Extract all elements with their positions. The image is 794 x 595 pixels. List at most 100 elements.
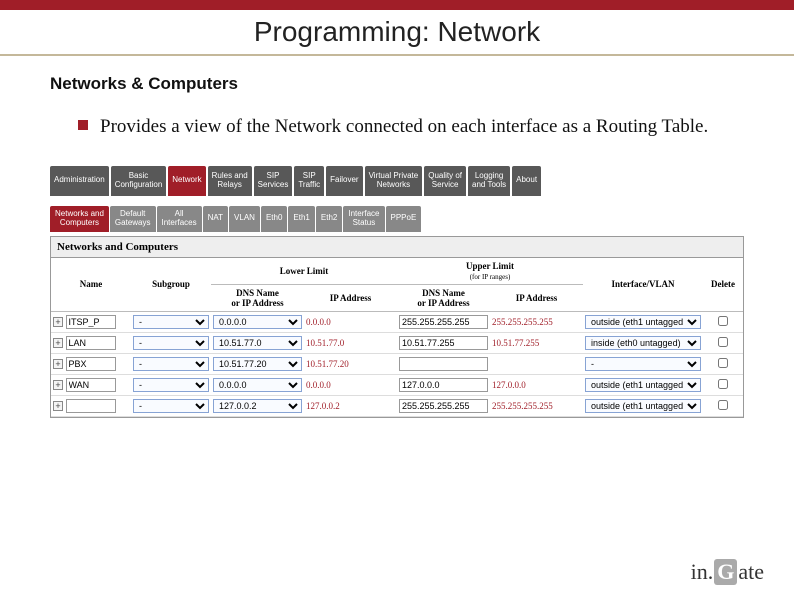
sub-tab-0[interactable]: Networks and Computers bbox=[50, 206, 109, 232]
page-title: Programming: Network bbox=[0, 16, 794, 48]
interface-select[interactable]: - bbox=[585, 357, 701, 371]
ip-upper-value: 10.51.77.255 bbox=[492, 338, 539, 348]
main-tab-5[interactable]: SIP Traffic bbox=[294, 166, 324, 196]
interface-select[interactable]: inside (eth0 untagged) bbox=[585, 336, 701, 350]
main-tab-2[interactable]: Network bbox=[168, 166, 205, 196]
subgroup-select[interactable]: - bbox=[133, 357, 209, 371]
dns-lower-select[interactable]: 10.51.77.0 bbox=[213, 336, 302, 350]
th-name: Name bbox=[51, 258, 131, 312]
interface-select[interactable]: outside (eth1 untagged) bbox=[585, 378, 701, 392]
networks-table: Name Subgroup Lower Limit Upper Limit (f… bbox=[51, 258, 743, 417]
delete-checkbox[interactable] bbox=[718, 337, 728, 347]
delete-checkbox[interactable] bbox=[718, 358, 728, 368]
ip-lower-value: 0.0.0.0 bbox=[306, 380, 331, 390]
expand-icon[interactable]: + bbox=[53, 317, 63, 327]
th-upper: Upper Limit (for IP ranges) bbox=[397, 258, 583, 285]
main-tab-7[interactable]: Virtual Private Networks bbox=[365, 166, 423, 196]
expand-icon[interactable]: + bbox=[53, 380, 63, 390]
sub-tab-8[interactable]: Interface Status bbox=[343, 206, 384, 232]
dns-upper-input[interactable] bbox=[399, 336, 488, 350]
section-subtitle: Networks & Computers bbox=[50, 74, 744, 94]
sub-tabs: Networks and ComputersDefault GatewaysAl… bbox=[50, 206, 744, 232]
ip-upper-value: 255.255.255.255 bbox=[492, 317, 553, 327]
main-tab-4[interactable]: SIP Services bbox=[254, 166, 293, 196]
th-lower: Lower Limit bbox=[211, 258, 397, 285]
sub-tab-7[interactable]: Eth2 bbox=[316, 206, 342, 232]
name-input[interactable] bbox=[66, 315, 116, 329]
table-row: + - 127.0.0.2 127.0.0.2 255.255.255.255 … bbox=[51, 395, 743, 416]
sub-tab-4[interactable]: VLAN bbox=[229, 206, 260, 232]
name-input[interactable] bbox=[66, 336, 116, 350]
ip-upper-value: 255.255.255.255 bbox=[492, 401, 553, 411]
main-tab-8[interactable]: Quality of Service bbox=[424, 166, 466, 196]
sub-tab-6[interactable]: Eth1 bbox=[288, 206, 314, 232]
subgroup-select[interactable]: - bbox=[133, 378, 209, 392]
sub-tab-5[interactable]: Eth0 bbox=[261, 206, 287, 232]
networks-panel: Networks and Computers Name Subgroup Low… bbox=[50, 236, 744, 418]
ip-lower-value: 10.51.77.20 bbox=[306, 359, 349, 369]
subgroup-select[interactable]: - bbox=[133, 315, 209, 329]
top-accent-bar bbox=[0, 0, 794, 10]
ip-upper-value: 127.0.0.0 bbox=[492, 380, 526, 390]
dns-upper-input[interactable] bbox=[399, 378, 488, 392]
main-tab-0[interactable]: Administration bbox=[50, 166, 109, 196]
th-interface: Interface/VLAN bbox=[583, 258, 703, 312]
content-area: Networks & Computers Provides a view of … bbox=[0, 56, 794, 166]
logo-post: ate bbox=[738, 559, 764, 584]
logo: in.Gate bbox=[691, 559, 764, 585]
table-body: + - 0.0.0.0 0.0.0.0 255.255.255.255 outs… bbox=[51, 311, 743, 416]
ip-lower-value: 10.51.77.0 bbox=[306, 338, 344, 348]
main-tab-6[interactable]: Failover bbox=[326, 166, 362, 196]
th-upper-note: (for IP ranges) bbox=[470, 273, 511, 281]
ip-lower-value: 127.0.0.2 bbox=[306, 401, 340, 411]
bullet-square-icon bbox=[78, 120, 88, 130]
dns-lower-select[interactable]: 0.0.0.0 bbox=[213, 315, 302, 329]
th-subgroup: Subgroup bbox=[131, 258, 211, 312]
main-tab-9[interactable]: Logging and Tools bbox=[468, 166, 510, 196]
th-dns-lower: DNS Name or IP Address bbox=[211, 284, 304, 311]
table-row: + - 10.51.77.0 10.51.77.0 10.51.77.255 i… bbox=[51, 332, 743, 353]
th-upper-label: Upper Limit bbox=[466, 261, 514, 271]
name-input[interactable] bbox=[66, 378, 116, 392]
main-tab-1[interactable]: Basic Configuration bbox=[111, 166, 167, 196]
th-ip-lower: IP Address bbox=[304, 284, 397, 311]
ip-lower-value: 0.0.0.0 bbox=[306, 317, 331, 327]
logo-g: G bbox=[714, 559, 737, 585]
sub-tab-2[interactable]: All Interfaces bbox=[157, 206, 202, 232]
delete-checkbox[interactable] bbox=[718, 316, 728, 326]
dns-upper-input[interactable] bbox=[399, 399, 488, 413]
title-section: Programming: Network bbox=[0, 10, 794, 56]
bullet-text: Provides a view of the Network connected… bbox=[100, 114, 708, 140]
panel-title: Networks and Computers bbox=[51, 237, 743, 258]
main-tab-3[interactable]: Rules and Relays bbox=[208, 166, 252, 196]
bullet-item: Provides a view of the Network connected… bbox=[78, 114, 744, 140]
sub-tab-1[interactable]: Default Gateways bbox=[110, 206, 156, 232]
expand-icon[interactable]: + bbox=[53, 338, 63, 348]
logo-pre: in. bbox=[691, 559, 714, 584]
interface-select[interactable]: outside (eth1 untagged) bbox=[585, 399, 701, 413]
dns-lower-select[interactable]: 0.0.0.0 bbox=[213, 378, 302, 392]
interface-select[interactable]: outside (eth1 untagged) bbox=[585, 315, 701, 329]
sub-tab-3[interactable]: NAT bbox=[203, 206, 228, 232]
name-input[interactable] bbox=[66, 399, 116, 413]
table-row: + - 10.51.77.20 10.51.77.20 - bbox=[51, 353, 743, 374]
subgroup-select[interactable]: - bbox=[133, 336, 209, 350]
th-delete: Delete bbox=[703, 258, 743, 312]
main-tab-10[interactable]: About bbox=[512, 166, 541, 196]
delete-checkbox[interactable] bbox=[718, 400, 728, 410]
dns-lower-select[interactable]: 127.0.0.2 bbox=[213, 399, 302, 413]
table-row: + - 0.0.0.0 0.0.0.0 127.0.0.0 outside (e… bbox=[51, 374, 743, 395]
sub-tab-9[interactable]: PPPoE bbox=[386, 206, 422, 232]
main-tabs: AdministrationBasic ConfigurationNetwork… bbox=[50, 166, 744, 196]
expand-icon[interactable]: + bbox=[53, 359, 63, 369]
th-ip-upper: IP Address bbox=[490, 284, 583, 311]
th-dns-upper: DNS Name or IP Address bbox=[397, 284, 490, 311]
table-row: + - 0.0.0.0 0.0.0.0 255.255.255.255 outs… bbox=[51, 311, 743, 332]
dns-upper-input[interactable] bbox=[399, 315, 488, 329]
expand-icon[interactable]: + bbox=[53, 401, 63, 411]
name-input[interactable] bbox=[66, 357, 116, 371]
dns-lower-select[interactable]: 10.51.77.20 bbox=[213, 357, 302, 371]
delete-checkbox[interactable] bbox=[718, 379, 728, 389]
dns-upper-input[interactable] bbox=[399, 357, 488, 371]
subgroup-select[interactable]: - bbox=[133, 399, 209, 413]
